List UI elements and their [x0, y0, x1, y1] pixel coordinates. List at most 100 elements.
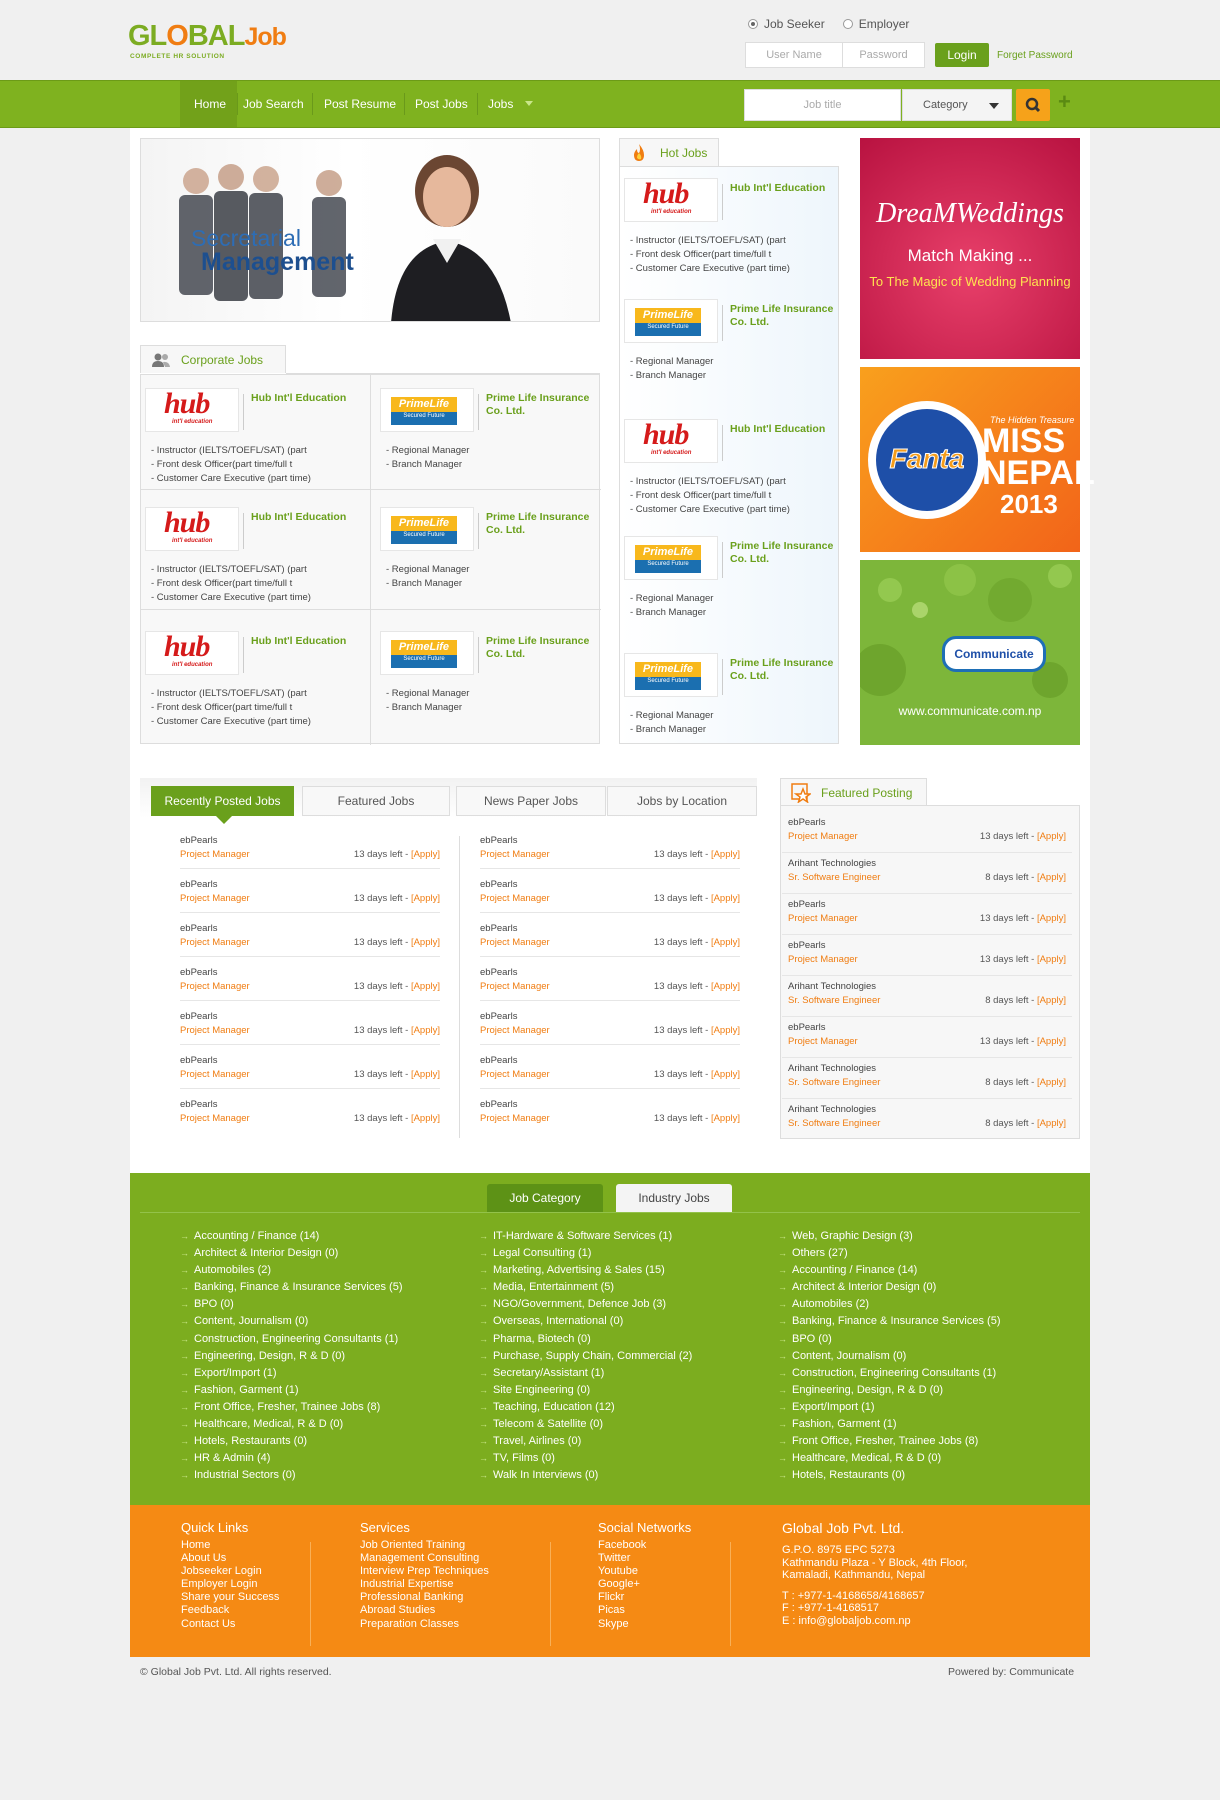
apply-link[interactable]: [Apply]: [1037, 1077, 1066, 1088]
company-name[interactable]: Hub Int'l Education: [251, 511, 371, 524]
apply-link[interactable]: [Apply]: [1037, 913, 1066, 924]
job-line[interactable]: - Front desk Officer(part time/full t: [151, 458, 311, 472]
secretarial-banner[interactable]: Secretarial Management: [140, 138, 600, 322]
job-row[interactable]: ebPearls Project Manager 13 days left - [A…: [480, 1098, 740, 1138]
category-link[interactable]: Legal Consulting (1): [479, 1245, 692, 1262]
category-link[interactable]: Fashion, Garment (1): [180, 1382, 403, 1399]
footer-link[interactable]: Home: [181, 1539, 279, 1552]
job-row[interactable]: ebPearls Project Manager 13 days left - [A…: [480, 922, 740, 962]
category-link[interactable]: Engineering, Design, R & D (0): [180, 1348, 403, 1365]
company-name[interactable]: Hub Int'l Education: [251, 635, 371, 648]
category-link[interactable]: Others (27): [778, 1245, 1001, 1262]
category-link[interactable]: TV, Films (0): [479, 1450, 692, 1467]
nav-job-search[interactable]: Job Search: [243, 97, 304, 111]
plus-icon[interactable]: +: [1058, 89, 1071, 115]
hub-logo[interactable]: hub int'l education: [145, 387, 239, 432]
footer-link[interactable]: Facebook: [598, 1539, 691, 1552]
job-line[interactable]: - Branch Manager: [630, 369, 713, 383]
category-link[interactable]: Telecom & Satellite (0): [479, 1416, 692, 1433]
job-line[interactable]: - Customer Care Executive (part time): [630, 262, 790, 276]
company-card[interactable]: hub int'l education Hub Int'l Education - I…: [624, 418, 844, 519]
company-name[interactable]: Hub Int'l Education: [251, 392, 371, 405]
category-link[interactable]: Front Office, Fresher, Trainee Jobs (8): [180, 1399, 403, 1416]
apply-link[interactable]: [Apply]: [711, 849, 740, 860]
primelife-logo[interactable]: PrimeLife Secured Future: [624, 536, 718, 580]
footer-link[interactable]: Youtube: [598, 1565, 691, 1578]
category-link[interactable]: Automobiles (2): [778, 1296, 1001, 1313]
apply-link[interactable]: [Apply]: [411, 1069, 440, 1080]
job-row[interactable]: ebPearls Project Manager 13 days left - [A…: [480, 1054, 740, 1094]
featured-row[interactable]: ebPearls Project Manager 13 days left - [A…: [782, 939, 1072, 977]
hub-logo[interactable]: hub int'l education: [624, 418, 718, 463]
apply-link[interactable]: [Apply]: [411, 1025, 440, 1036]
category-link[interactable]: Pharma, Biotech (0): [479, 1331, 692, 1348]
apply-link[interactable]: [Apply]: [411, 893, 440, 904]
category-link[interactable]: Architect & Interior Design (0): [778, 1279, 1001, 1296]
category-link[interactable]: Hotels, Restaurants (0): [180, 1433, 403, 1450]
category-link[interactable]: Architect & Interior Design (0): [180, 1245, 403, 1262]
apply-link[interactable]: [Apply]: [411, 981, 440, 992]
job-row[interactable]: ebPearls Project Manager 13 days left - [A…: [180, 1010, 440, 1050]
featured-row[interactable]: ebPearls Project Manager 13 days left - [A…: [782, 898, 1072, 936]
company-card[interactable]: PrimeLife Secured Future Prime Life Insura…: [380, 388, 600, 488]
username-input[interactable]: User Name: [745, 42, 843, 68]
job-row[interactable]: ebPearls Project Manager 13 days left - [A…: [180, 966, 440, 1006]
nav-post-resume[interactable]: Post Resume: [324, 97, 396, 111]
nav-post-jobs[interactable]: Post Jobs: [415, 97, 468, 111]
category-link[interactable]: Site Engineering (0): [479, 1382, 692, 1399]
dream-weddings-ad[interactable]: DreaMWeddings Match Making ... To The Ma…: [860, 138, 1080, 359]
hub-logo[interactable]: hub int'l education: [145, 630, 239, 675]
category-link[interactable]: Content, Journalism (0): [778, 1348, 1001, 1365]
category-link[interactable]: Accounting / Finance (14): [180, 1228, 403, 1245]
company-card[interactable]: hub int'l education Hub Int'l Education - I…: [145, 387, 365, 488]
company-name[interactable]: Prime Life Insurance Co. Ltd.: [730, 657, 850, 683]
company-card[interactable]: hub int'l education Hub Int'l Education - I…: [624, 177, 844, 278]
category-link[interactable]: IT-Hardware & Software Services (1): [479, 1228, 692, 1245]
job-line[interactable]: - Regional Manager: [630, 355, 713, 369]
category-link[interactable]: Export/Import (1): [778, 1399, 1001, 1416]
footer-link[interactable]: About Us: [181, 1552, 279, 1565]
miss-nepal-ad[interactable]: Fanta The Hidden Treasure MISS NEPAL 201…: [860, 367, 1095, 552]
featured-row[interactable]: ebPearls Project Manager 13 days left - [A…: [782, 816, 1072, 854]
apply-link[interactable]: [Apply]: [1037, 831, 1066, 842]
tab-job-category[interactable]: Job Category: [487, 1184, 603, 1212]
category-link[interactable]: Front Office, Fresher, Trainee Jobs (8): [778, 1433, 1001, 1450]
footer-link[interactable]: Feedback: [181, 1604, 279, 1617]
job-row[interactable]: ebPearls Project Manager 13 days left - [A…: [180, 922, 440, 962]
category-link[interactable]: Healthcare, Medical, R & D (0): [180, 1416, 403, 1433]
company-name[interactable]: Prime Life Insurance Co. Ltd.: [730, 303, 850, 329]
footer-link[interactable]: Flickr: [598, 1591, 691, 1604]
tab-jobs-by-location[interactable]: Jobs by Location: [607, 786, 757, 816]
job-line[interactable]: - Front desk Officer(part time/full t: [151, 701, 311, 715]
apply-link[interactable]: [Apply]: [1037, 1036, 1066, 1047]
forget-password-link[interactable]: Forget Password: [997, 50, 1073, 61]
category-link[interactable]: Healthcare, Medical, R & D (0): [778, 1450, 1001, 1467]
job-row[interactable]: ebPearls Project Manager 13 days left - [A…: [180, 1098, 440, 1138]
job-title-search-input[interactable]: Job title: [744, 89, 901, 121]
footer-link[interactable]: Industrial Expertise: [360, 1578, 489, 1591]
job-line[interactable]: - Branch Manager: [630, 606, 713, 620]
job-line[interactable]: - Instructor (IELTS/TOEFL/SAT) (part: [630, 234, 790, 248]
footer-link[interactable]: Professional Banking: [360, 1591, 489, 1604]
category-link[interactable]: Export/Import (1): [180, 1365, 403, 1382]
company-card[interactable]: PrimeLife Secured Future Prime Life Insura…: [624, 299, 844, 399]
footer-link[interactable]: Jobseeker Login: [181, 1565, 279, 1578]
tab-newspaper-jobs[interactable]: News Paper Jobs: [456, 786, 606, 816]
job-line[interactable]: - Regional Manager: [630, 592, 713, 606]
category-link[interactable]: Overseas, International (0): [479, 1313, 692, 1330]
category-link[interactable]: Hotels, Restaurants (0): [778, 1467, 1001, 1484]
tab-industry-jobs[interactable]: Industry Jobs: [616, 1184, 732, 1212]
primelife-logo[interactable]: PrimeLife Secured Future: [380, 507, 474, 551]
job-row[interactable]: ebPearls Project Manager 13 days left - [A…: [180, 1054, 440, 1094]
company-card[interactable]: PrimeLife Secured Future Prime Life Insura…: [380, 507, 600, 607]
job-line[interactable]: - Customer Care Executive (part time): [630, 503, 790, 517]
category-link[interactable]: Content, Journalism (0): [180, 1313, 403, 1330]
company-name[interactable]: Prime Life Insurance Co. Ltd.: [486, 511, 606, 537]
job-row[interactable]: ebPearls Project Manager 13 days left - [A…: [180, 878, 440, 918]
communicate-ad[interactable]: Communicate www.communicate.com.np: [860, 560, 1080, 745]
tab-recently-posted[interactable]: Recently Posted Jobs: [151, 786, 294, 816]
job-line[interactable]: - Branch Manager: [386, 701, 469, 715]
tab-featured-jobs[interactable]: Featured Jobs: [302, 786, 450, 816]
apply-link[interactable]: [Apply]: [411, 937, 440, 948]
jobseeker-radio[interactable]: Job Seeker: [748, 17, 825, 31]
